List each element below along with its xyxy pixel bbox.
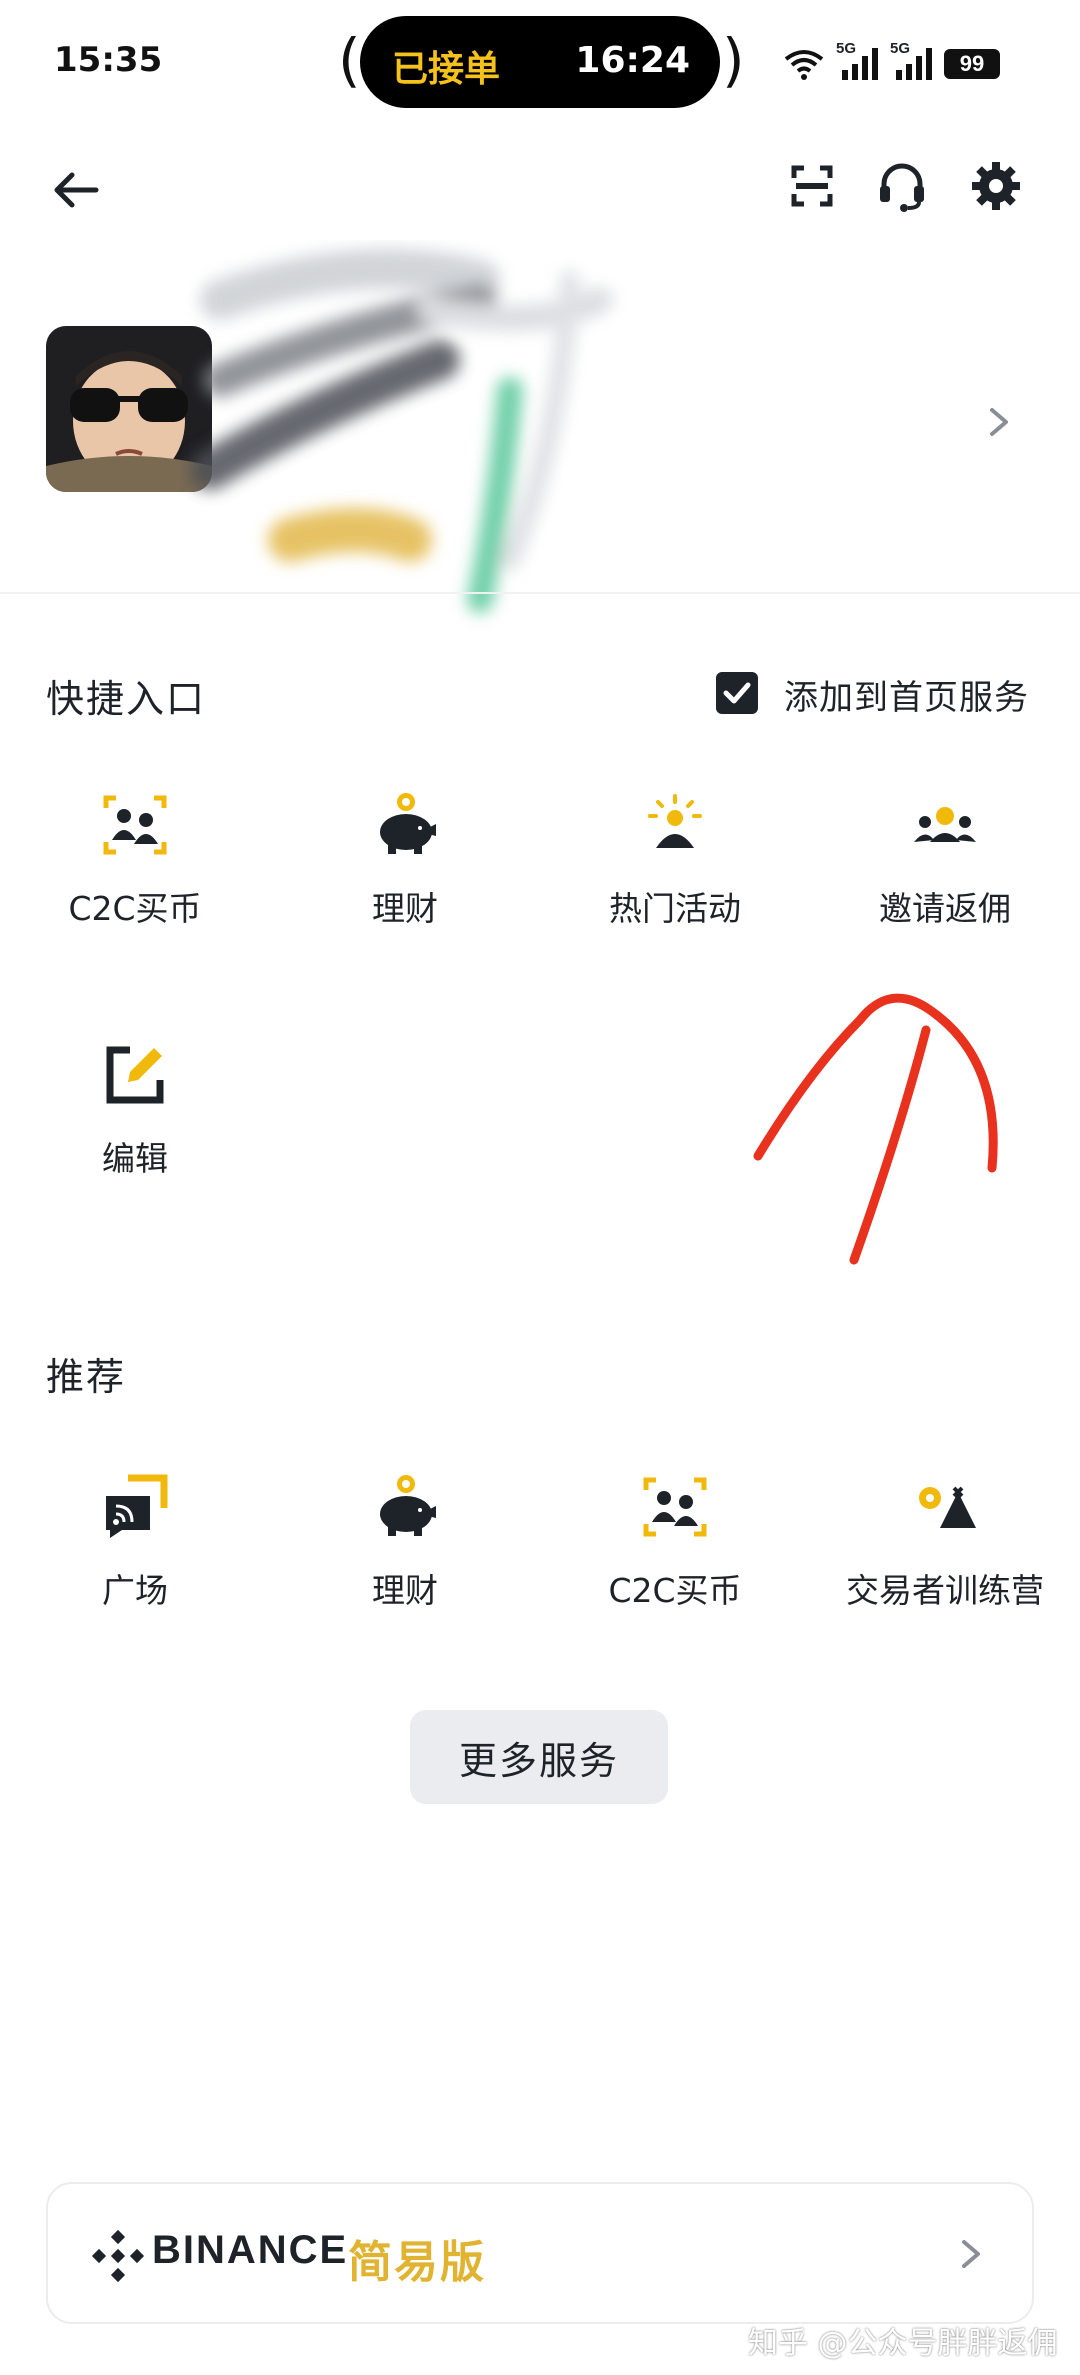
quick-item-label: 热门活动 (609, 889, 741, 928)
signal-icon-1: 5G (836, 40, 880, 82)
hot-activity-icon (648, 794, 702, 848)
quick-item-label: 编辑 (102, 1139, 168, 1178)
add-to-home-checkbox[interactable] (716, 672, 758, 714)
quick-item-hot-activity[interactable]: 热门活动 (540, 790, 810, 932)
settings-icon[interactable] (966, 156, 1026, 216)
trader-camp-icon (919, 1486, 976, 1528)
binance-lite-card[interactable]: BINANCE 简易版 (46, 2182, 1034, 2324)
recommend-item-label: 交易者训练营 (846, 1571, 1044, 1610)
piggy-bank-icon (380, 793, 436, 854)
recommend-title: 推荐 (46, 1355, 127, 1399)
add-to-home-label[interactable]: 添加到首页服务 (784, 670, 1029, 719)
battery-icon: 99 (944, 49, 1000, 79)
profile-divider (0, 592, 1080, 594)
lite-mode-label: 简易版 (348, 2237, 486, 2288)
c2c-users-icon (103, 795, 167, 855)
island-right-paren: ) (722, 26, 745, 94)
recommend-item-square[interactable]: 广场 (0, 1472, 270, 1614)
more-services-button[interactable]: 更多服务 (410, 1710, 668, 1804)
binance-brand-text: BINANCE (152, 2228, 349, 2272)
quick-item-label: C2C买币 (68, 889, 202, 928)
chevron-right-icon (962, 2240, 980, 2268)
status-time: 15:35 (54, 40, 163, 80)
profile-chevron-right-icon[interactable] (984, 402, 1014, 442)
island-left-paren: ( (338, 26, 361, 94)
piggy-bank-icon (380, 1475, 436, 1536)
scan-icon[interactable] (782, 156, 842, 216)
binance-logo-icon (91, 2229, 145, 2283)
quick-item-referral[interactable]: 邀请返佣 (810, 790, 1080, 932)
signal-icon-2: 5G (890, 40, 934, 82)
recommend-item-label: C2C买币 (608, 1571, 742, 1610)
quick-item-edit[interactable]: 编辑 (0, 1040, 270, 1182)
quick-item-wealth[interactable]: 理财 (270, 790, 540, 932)
recommend-item-c2c[interactable]: C2C买币 (540, 1472, 810, 1614)
watermark: 知乎 @公众号胖胖返佣 (748, 2326, 1058, 2361)
recommend-item-wealth[interactable]: 理财 (270, 1472, 540, 1614)
quick-item-c2c[interactable]: C2C买币 (0, 790, 270, 932)
referral-group-icon (914, 807, 976, 842)
c2c-users-icon (643, 1477, 707, 1537)
obscured-name-scribble (190, 248, 613, 613)
back-arrow-icon[interactable] (46, 160, 106, 220)
quick-item-label: 邀请返佣 (879, 889, 1011, 928)
headset-icon[interactable] (872, 156, 932, 216)
quick-item-label: 理财 (372, 889, 438, 928)
recommend-item-trader-camp[interactable]: 交易者训练营 (810, 1472, 1080, 1614)
wifi-icon (784, 50, 824, 80)
edit-icon (106, 1046, 164, 1104)
island-time: 16:24 (575, 40, 690, 81)
annotation-arrow (753, 993, 998, 1265)
status-icons: 5G 5G 99 (782, 40, 1000, 84)
island-label: 已接单 (392, 49, 501, 90)
dynamic-island[interactable]: 已接单 16:24 (360, 16, 720, 108)
recommend-item-label: 广场 (102, 1571, 168, 1610)
quick-access-title: 快捷入口 (46, 677, 207, 721)
recommend-item-label: 理财 (372, 1571, 438, 1610)
square-feed-icon (106, 1474, 168, 1538)
